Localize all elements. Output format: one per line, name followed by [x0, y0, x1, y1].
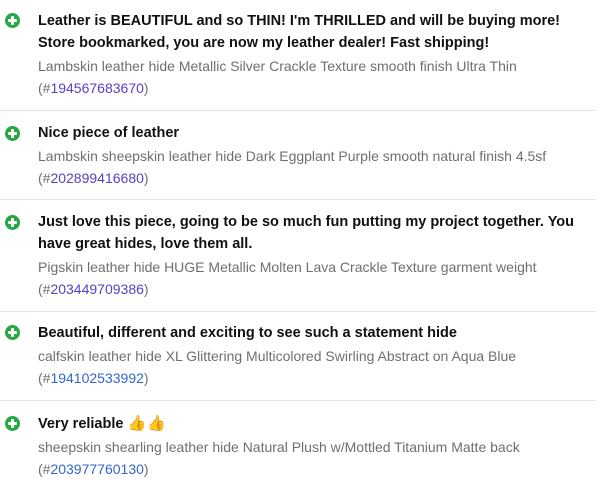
item-title: calfskin leather hide XL Glittering Mult…: [38, 348, 517, 364]
item-reference: (#202899416680): [38, 167, 590, 189]
feedback-comment: Beautiful, different and exciting to see…: [38, 325, 457, 341]
item-ref-close: ): [143, 281, 149, 297]
item-title: Pigskin leather hide HUGE Metallic Molte…: [38, 259, 537, 275]
feedback-entry: Nice piece of leather Lambskin sheepskin…: [0, 111, 596, 200]
plus-circle-icon: [5, 126, 20, 141]
feedback-comment-text: Very reliable: [38, 416, 124, 432]
item-number-link[interactable]: 194567683670: [50, 80, 143, 96]
item-ref-open: (#: [38, 370, 51, 386]
plus-circle-icon: [5, 325, 20, 340]
feedback-comment: Nice piece of leather: [38, 125, 180, 141]
item-number-link[interactable]: 202899416680: [50, 170, 143, 186]
item-number-link[interactable]: 203449709386: [50, 281, 143, 297]
feedback-entry: Just love this piece, going to be so muc…: [0, 200, 596, 312]
feedback-comment: Just love this piece, going to be so muc…: [38, 214, 575, 252]
item-ref-close: ): [143, 370, 149, 386]
item-title: Lambskin leather hide Metallic Silver Cr…: [38, 58, 517, 74]
item-ref-open: (#: [38, 170, 51, 186]
feedback-entry: Very reliable 👍👍 sheepskin shearling leat…: [0, 401, 596, 480]
feedback-entry: Leather is BEAUTIFUL and so THIN! I'm TH…: [0, 0, 596, 111]
item-ref-open: (#: [38, 80, 51, 96]
thumbs-up-icon: 👍👍: [127, 414, 167, 432]
item-title: Lambskin sheepskin leather hide Dark Egg…: [38, 148, 547, 164]
feedback-comment: Leather is BEAUTIFUL and so THIN! I'm TH…: [38, 13, 560, 51]
plus-circle-icon: [5, 13, 20, 28]
feedback-entry: Beautiful, different and exciting to see…: [0, 312, 596, 401]
item-number-link[interactable]: 203977760130: [50, 461, 143, 477]
item-number-link[interactable]: 194102533992: [50, 370, 143, 386]
item-reference: (#203449709386): [38, 278, 590, 300]
item-ref-open: (#: [38, 461, 51, 477]
feedback-list: Leather is BEAUTIFUL and so THIN! I'm TH…: [0, 0, 596, 480]
item-ref-open: (#: [38, 281, 51, 297]
item-ref-close: ): [143, 461, 149, 477]
item-title: sheepskin shearling leather hide Natural…: [38, 439, 520, 455]
feedback-comment: Very reliable 👍👍: [38, 412, 590, 435]
item-ref-close: ): [143, 80, 149, 96]
item-reference: (#194567683670): [38, 77, 590, 99]
item-ref-close: ): [143, 170, 149, 186]
plus-circle-icon: [5, 215, 20, 230]
item-reference: (#194102533992): [38, 367, 590, 389]
item-reference: (#203977760130): [38, 458, 590, 480]
plus-circle-icon: [5, 416, 20, 431]
